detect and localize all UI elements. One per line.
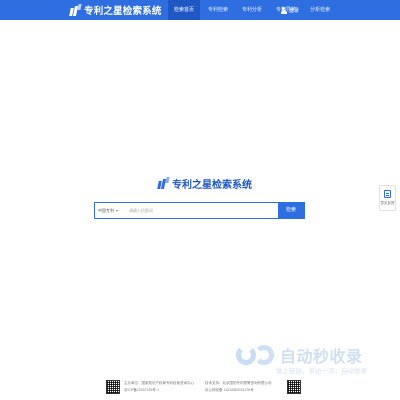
qr-code-icon xyxy=(106,380,120,394)
center-logo: 专利之星检索系统 xyxy=(157,176,252,191)
watermark: 自动秒收录 做上链接，来访一次，自动收录 xyxy=(234,337,384,377)
footer-police-record[interactable]: 京公网安备 11010802021178号 xyxy=(205,388,254,393)
nav-item-patent-search[interactable]: 专利检索 xyxy=(202,0,234,20)
footer-host: 主办单位：国家知识产权局专利检索咨询中心 xyxy=(124,381,194,385)
nav-item-home[interactable]: 检索首页 xyxy=(168,0,201,20)
chevron-down-icon: ▾ xyxy=(116,208,119,213)
watermark-title: 自动秒收录 xyxy=(280,349,363,366)
search-scope-select[interactable]: 中国专利 ▾ xyxy=(95,203,125,218)
brand-mark-icon xyxy=(69,4,82,16)
footer-icp[interactable]: 京ICP备12037195号-1 xyxy=(124,388,159,393)
login-label: 登录 xyxy=(289,7,300,14)
footer: 主办单位：国家知识产权局专利检索咨询中心 京ICP备12037195号-1 技术… xyxy=(0,376,400,400)
feedback-widget[interactable]: 意见反馈 xyxy=(379,185,396,211)
footer-support: 技术支持：北京国知专利预警咨询有限公司 xyxy=(205,381,272,385)
watermark-subtitle: 做上链接，来访一次，自动收录 xyxy=(276,368,367,375)
top-header: 专利之星检索系统 检索首页 专利检索 专利分析 专利导航 分析检索 登录 xyxy=(0,0,400,20)
login-link[interactable]: 登录 xyxy=(280,0,299,20)
search-button[interactable]: 检索 xyxy=(278,203,304,218)
nav-item-analysis-search[interactable]: 分析检索 xyxy=(304,0,336,20)
center-brand-title: 专利之星检索系统 xyxy=(172,179,252,191)
brand-mark-icon xyxy=(157,177,170,189)
watermark-logo-icon xyxy=(234,343,276,367)
search-input[interactable] xyxy=(125,203,278,218)
main-nav: 检索首页 专利检索 专利分析 专利导航 分析检索 xyxy=(168,0,338,20)
search-bar: 中国专利 ▾ 检索 xyxy=(94,202,305,219)
qr-code-icon xyxy=(287,380,301,394)
document-icon xyxy=(384,190,391,198)
user-icon xyxy=(280,6,287,14)
nav-item-patent-analysis[interactable]: 专利分析 xyxy=(236,0,268,20)
feedback-label: 意见反馈 xyxy=(380,201,395,205)
header-brand-title: 专利之星检索系统 xyxy=(84,6,162,17)
header-logo[interactable]: 专利之星检索系统 xyxy=(69,3,162,17)
search-scope-value: 中国专利 xyxy=(98,207,114,213)
